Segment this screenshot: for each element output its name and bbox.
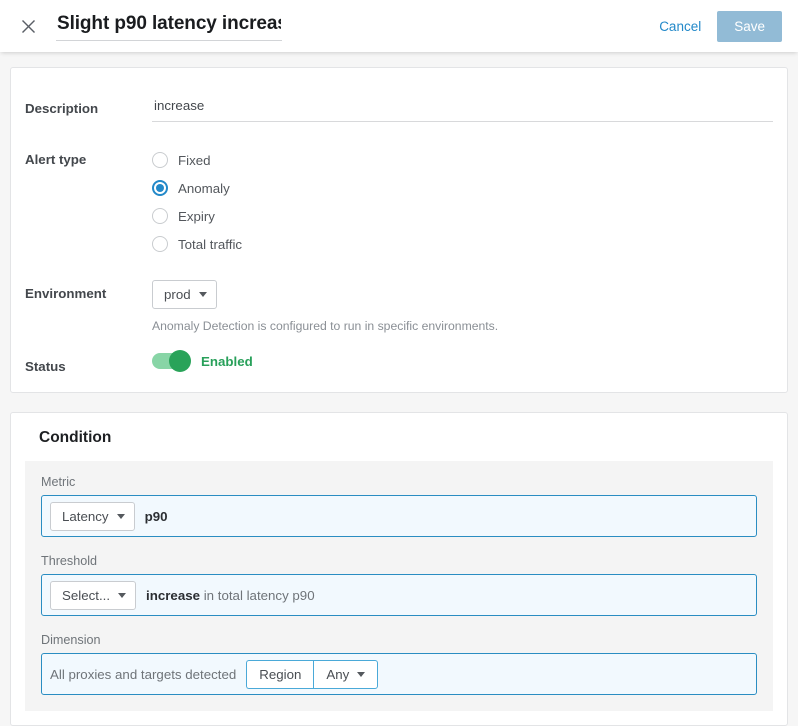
environment-row: Environment prod Anomaly Detection is co…: [11, 280, 787, 333]
threshold-row[interactable]: Select... increase in total latency p90: [41, 574, 757, 616]
environment-dropdown-value: prod: [164, 287, 191, 302]
radio-option-fixed[interactable]: Fixed: [152, 146, 773, 174]
radio-circle-icon: [152, 208, 168, 224]
alert-title-input[interactable]: [56, 11, 282, 41]
dimension-row[interactable]: All proxies and targets detected Region …: [41, 653, 757, 695]
description-label: Description: [25, 95, 152, 116]
description-field: [152, 95, 773, 122]
condition-panel: Metric Latency p90 Threshold Select... i…: [25, 461, 773, 711]
radio-option-anomaly[interactable]: Anomaly: [152, 174, 773, 202]
radio-label: Total traffic: [178, 237, 242, 252]
condition-section-title: Condition: [39, 429, 773, 447]
environment-helper-text: Anomaly Detection is configured to run i…: [152, 319, 773, 333]
status-label: Status: [25, 353, 152, 374]
alert-type-row: Alert type Fixed Anomaly Expiry Total tr…: [11, 146, 787, 258]
status-field: Enabled: [152, 353, 773, 369]
threshold-label: Threshold: [41, 554, 757, 568]
status-row: Status Enabled: [11, 353, 787, 374]
threshold-text-rest: in total latency p90: [204, 588, 315, 603]
threshold-text: increase in total latency p90: [146, 588, 315, 603]
radio-circle-icon: [152, 152, 168, 168]
radio-label: Expiry: [178, 209, 215, 224]
dimension-value-dropdown[interactable]: Any: [313, 660, 378, 689]
condition-card: Condition Metric Latency p90 Threshold S…: [10, 412, 788, 726]
general-settings-card: Description Alert type Fixed Anomaly Exp…: [10, 67, 788, 393]
radio-label: Fixed: [178, 153, 211, 168]
dimension-label: Dimension: [41, 633, 757, 647]
radio-option-total-traffic[interactable]: Total traffic: [152, 230, 773, 258]
radio-label: Anomaly: [178, 181, 230, 196]
alert-type-radio-group: Fixed Anomaly Expiry Total traffic: [152, 146, 773, 258]
metric-row[interactable]: Latency p90: [41, 495, 757, 537]
status-toggle-wrap: Enabled: [152, 353, 773, 369]
dimension-segment-group: Region Any: [246, 660, 378, 689]
radio-circle-icon: [152, 236, 168, 252]
alert-type-label: Alert type: [25, 146, 152, 167]
threshold-text-strong: increase: [146, 588, 200, 603]
metric-text: p90: [145, 509, 168, 524]
radio-circle-selected-icon: [152, 180, 168, 196]
close-icon[interactable]: [8, 19, 48, 34]
dimension-region-button[interactable]: Region: [246, 660, 313, 689]
cancel-button[interactable]: Cancel: [657, 15, 703, 38]
metric-label: Metric: [41, 475, 757, 489]
description-input[interactable]: [152, 95, 773, 122]
threshold-dropdown[interactable]: Select...: [50, 581, 136, 610]
save-button[interactable]: Save: [717, 11, 782, 42]
metric-dropdown-value: Latency: [62, 509, 109, 524]
header-actions: Cancel Save: [657, 11, 798, 42]
environment-dropdown[interactable]: prod: [152, 280, 217, 309]
threshold-dropdown-value: Select...: [62, 588, 110, 603]
status-toggle[interactable]: [152, 353, 190, 369]
metric-dropdown[interactable]: Latency: [50, 502, 135, 531]
alert-title-wrap: [56, 11, 282, 41]
status-value-label: Enabled: [201, 354, 253, 369]
chevron-down-icon: [199, 292, 207, 297]
radio-option-expiry[interactable]: Expiry: [152, 202, 773, 230]
environment-field: prod Anomaly Detection is configured to …: [152, 280, 773, 333]
chevron-down-icon: [117, 514, 125, 519]
chevron-down-icon: [357, 672, 365, 677]
description-row: Description: [11, 95, 787, 122]
modal-header: Cancel Save: [0, 0, 798, 52]
metric-text-strong: p90: [145, 509, 168, 524]
chevron-down-icon: [118, 593, 126, 598]
environment-label: Environment: [25, 280, 152, 301]
